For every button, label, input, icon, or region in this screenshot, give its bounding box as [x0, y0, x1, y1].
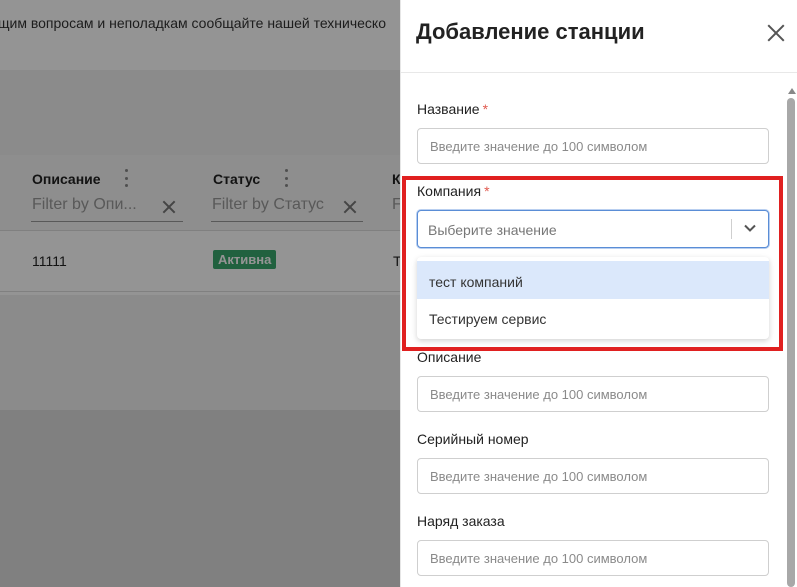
order-label: Наряд заказа: [417, 513, 505, 529]
required-marker: *: [482, 101, 489, 117]
drawer-scrollbar[interactable]: [786, 88, 796, 587]
chevron-down-icon[interactable]: [744, 222, 756, 234]
description-label: Описание: [417, 349, 482, 365]
dropdown-option[interactable]: тест компаний: [417, 261, 769, 299]
order-input[interactable]: [417, 540, 769, 576]
name-label-text: Название: [417, 101, 480, 117]
overlay-shade: [0, 410, 400, 587]
background-page: щим вопросам и неполадкам сообщайте наше…: [0, 0, 400, 587]
name-input[interactable]: [417, 128, 769, 164]
serial-number-label: Серийный номер: [417, 431, 529, 447]
name-label: Название *: [417, 101, 488, 117]
company-label: Компания *: [417, 183, 490, 199]
scrollbar-thumb[interactable]: [787, 98, 795, 587]
company-dropdown: тест компаний Тестируем сервис: [417, 257, 769, 339]
required-marker: *: [484, 183, 490, 199]
company-select[interactable]: Выберите значение: [417, 210, 769, 248]
serial-number-input[interactable]: [417, 458, 769, 494]
drawer-header: Добавление станции: [401, 0, 797, 73]
company-label-text: Компания: [417, 183, 482, 199]
company-select-placeholder: Выберите значение: [428, 222, 557, 238]
add-station-drawer: Добавление станции Название* Компания* В…: [400, 0, 797, 587]
dropdown-option[interactable]: Тестируем сервис: [417, 298, 769, 336]
description-input[interactable]: [417, 376, 769, 412]
close-icon[interactable]: [767, 24, 785, 42]
drawer-title: Добавление станции: [416, 19, 645, 44]
scroll-up-icon[interactable]: [788, 88, 796, 94]
select-separator: [731, 219, 732, 239]
